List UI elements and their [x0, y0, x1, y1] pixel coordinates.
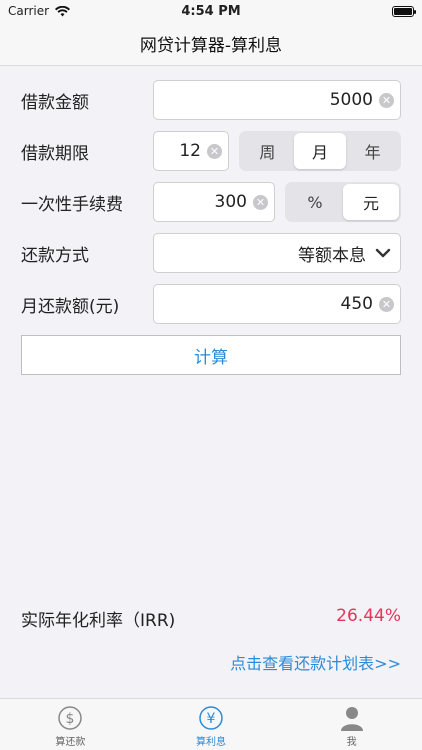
loan-amount-input[interactable]: 5000 ✕	[153, 80, 401, 120]
status-bar: Carrier 4:54 PM	[0, 0, 422, 22]
loan-term-value: 12	[179, 141, 201, 161]
yen-circle-icon: ¥	[199, 706, 223, 730]
loan-amount-value: 5000	[329, 90, 373, 110]
battery-icon	[392, 5, 416, 17]
tab-label: 算利息	[196, 737, 226, 748]
fee-value: 300	[214, 192, 247, 212]
nav-bar: 网贷计算器-算利息	[0, 22, 422, 66]
calculate-button[interactable]: 计算	[21, 335, 401, 375]
clear-icon[interactable]: ✕	[253, 194, 268, 210]
repayment-plan-link[interactable]: 点击查看还款计划表>>	[230, 650, 401, 674]
term-unit-year[interactable]: 年	[346, 133, 399, 169]
repay-method-select[interactable]: 等额本息	[153, 233, 401, 273]
clear-icon[interactable]: ✕	[379, 296, 394, 312]
clear-icon[interactable]: ✕	[207, 143, 222, 159]
tab-interest[interactable]: ¥ 算利息	[141, 699, 282, 750]
loan-term-row: 借款期限 12 ✕ 周 月 年	[0, 131, 422, 171]
term-unit-month[interactable]: 月	[293, 133, 347, 169]
loan-amount-label: 借款金额	[21, 92, 89, 113]
monthly-payment-row: 月还款额(元) 450 ✕	[0, 284, 422, 324]
page-title: 网贷计算器-算利息	[139, 36, 283, 56]
tab-me[interactable]: 我	[281, 699, 422, 750]
term-unit-week[interactable]: 周	[241, 133, 294, 169]
loan-term-input[interactable]: 12 ✕	[153, 131, 229, 171]
calculator-form: 借款金额 5000 ✕ 借款期限 12 ✕ 周 月 年 一次性手续费 300 ✕…	[0, 66, 422, 324]
fee-unit-yuan[interactable]: 元	[343, 184, 399, 220]
monthly-payment-value: 450	[340, 294, 373, 314]
fee-label: 一次性手续费	[21, 194, 123, 215]
repay-method-row: 还款方式 等额本息	[0, 233, 422, 273]
tab-bar: $ 算还款 ¥ 算利息 我	[0, 698, 422, 750]
fee-unit-percent[interactable]: %	[287, 184, 343, 220]
person-icon	[340, 707, 363, 731]
loan-amount-row: 借款金额 5000 ✕	[0, 80, 422, 120]
monthly-payment-input[interactable]: 450 ✕	[153, 284, 401, 324]
status-time: 4:54 PM	[181, 3, 241, 19]
repay-method-value: 等额本息	[298, 245, 366, 266]
repay-method-label: 还款方式	[21, 245, 89, 266]
loan-term-label: 借款期限	[21, 143, 89, 164]
term-unit-segment: 周 月 年	[239, 131, 401, 171]
fee-unit-segment: % 元	[285, 182, 401, 222]
svg-text:¥: ¥	[207, 711, 216, 727]
fee-row: 一次性手续费 300 ✕ % 元	[0, 182, 422, 222]
tab-label: 我	[346, 737, 357, 748]
dollar-circle-icon: $	[58, 706, 83, 730]
clear-icon[interactable]: ✕	[379, 92, 394, 108]
irr-value: 26.44%	[336, 606, 401, 626]
irr-label: 实际年化利率（IRR)	[21, 611, 176, 631]
monthly-payment-label: 月还款额(元)	[21, 296, 120, 317]
fee-input[interactable]: 300 ✕	[153, 182, 275, 222]
tab-repayment[interactable]: $ 算还款	[0, 699, 141, 750]
chevron-down-icon	[375, 248, 391, 258]
svg-text:$: $	[66, 711, 75, 727]
result-row: 实际年化利率（IRR) 26.44%	[21, 606, 401, 631]
tab-label: 算还款	[55, 737, 86, 748]
